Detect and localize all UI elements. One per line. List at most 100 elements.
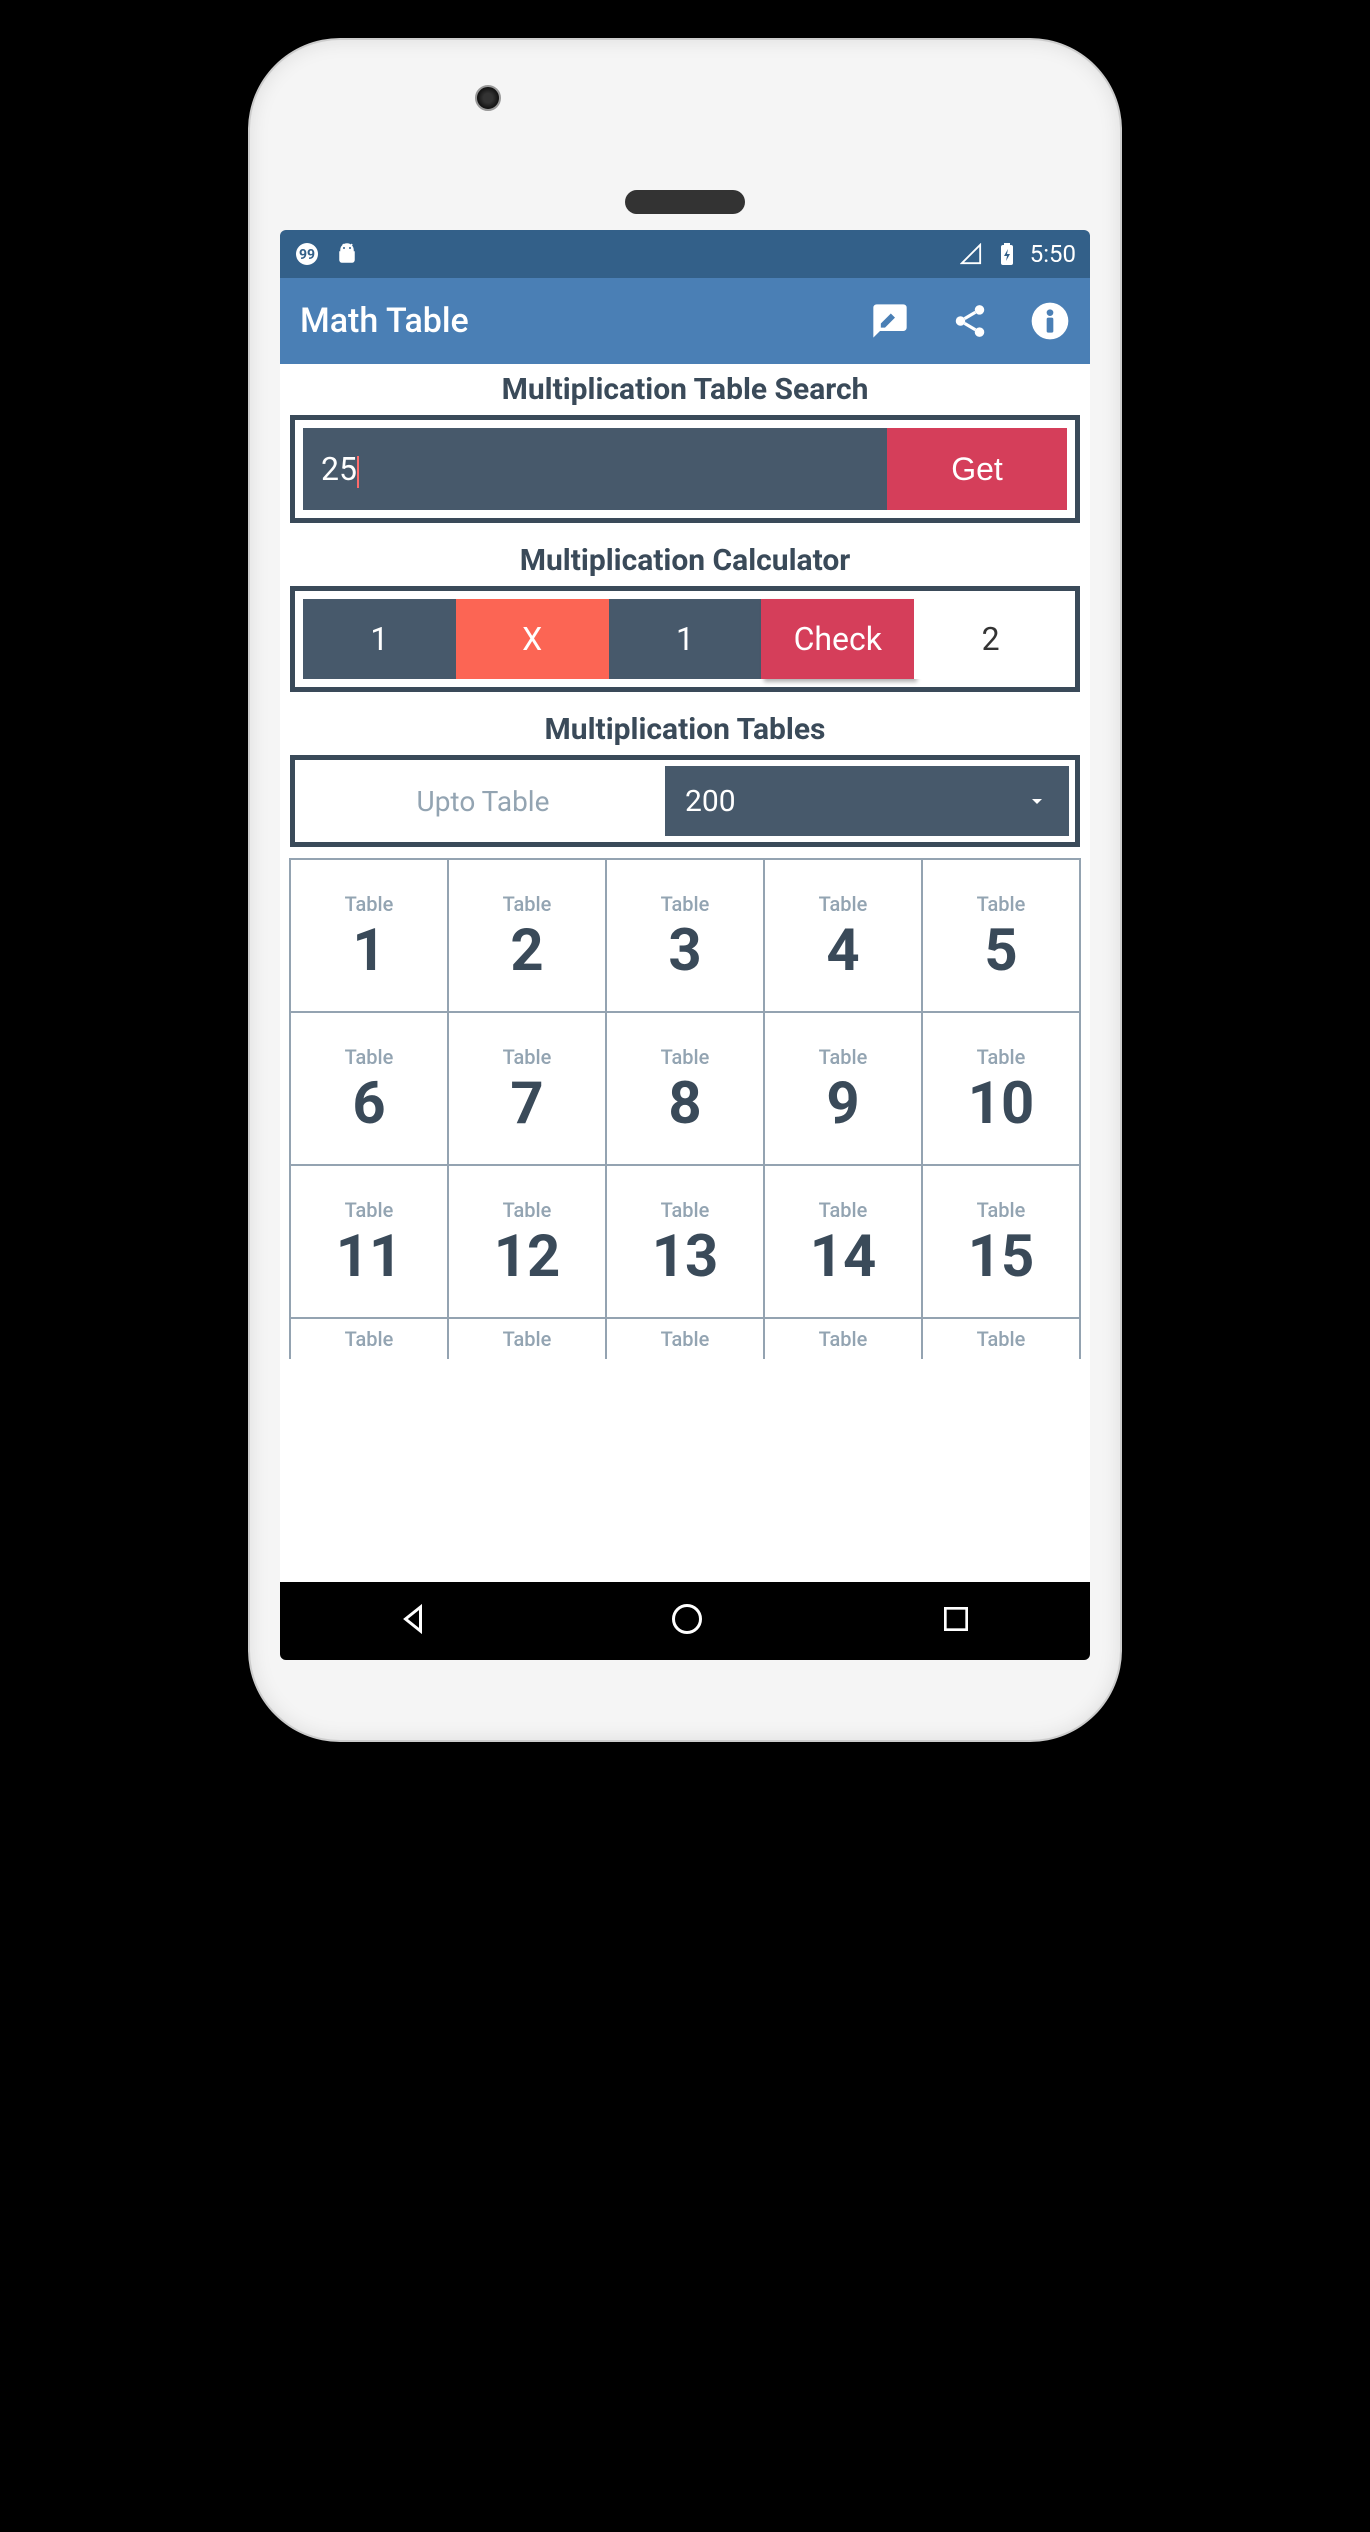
table-label: Table	[977, 1045, 1026, 1069]
table-card-13[interactable]: Table 13	[605, 1164, 765, 1319]
table-card-partial[interactable]: Table	[447, 1317, 607, 1359]
table-label: Table	[345, 1198, 394, 1222]
table-card-12[interactable]: Table 12	[447, 1164, 607, 1319]
table-label: Table	[661, 1045, 710, 1069]
status-bar: 99 5:50	[280, 230, 1090, 278]
phone-camera	[475, 85, 501, 111]
table-card-10[interactable]: Table 10	[921, 1011, 1081, 1166]
search-panel: 25 Get	[290, 415, 1080, 523]
edit-icon[interactable]	[870, 301, 910, 341]
table-card-15[interactable]: Table 15	[921, 1164, 1081, 1319]
table-num: 13	[652, 1228, 719, 1286]
table-label: Table	[661, 892, 710, 916]
calc-operand-b[interactable]: 1	[609, 599, 762, 679]
table-card-7[interactable]: Table 7	[447, 1011, 607, 1166]
watermark: 25	[872, 1370, 1010, 1510]
share-icon[interactable]	[950, 301, 990, 341]
search-section-title: Multiplication Table Search	[280, 364, 1090, 415]
chevron-down-icon	[1025, 789, 1049, 813]
table-label: Table	[661, 1198, 710, 1222]
table-label: Table	[345, 892, 394, 916]
calc-section-title: Multiplication Calculator	[280, 535, 1090, 586]
table-num: 2	[510, 922, 543, 980]
phone-frame: 99 5:50 Math Table	[250, 40, 1120, 1740]
home-icon[interactable]	[669, 1601, 705, 1641]
table-card-4[interactable]: Table 4	[763, 858, 923, 1013]
app-actions	[870, 301, 1070, 341]
search-value: 25	[321, 450, 357, 488]
table-num: 4	[826, 922, 859, 980]
info-icon[interactable]	[1030, 301, 1070, 341]
table-label: Table	[661, 1327, 710, 1351]
phone-speaker	[625, 190, 745, 214]
signal-icon	[958, 241, 984, 267]
tables-section-title: Multiplication Tables	[280, 704, 1090, 755]
table-card-11[interactable]: Table 11	[289, 1164, 449, 1319]
table-card-9[interactable]: Table 9	[763, 1011, 923, 1166]
status-right: 5:50	[958, 240, 1076, 268]
table-card-8[interactable]: Table 8	[605, 1011, 765, 1166]
table-label: Table	[819, 1327, 868, 1351]
table-label: Table	[503, 1045, 552, 1069]
table-label: Table	[977, 892, 1026, 916]
check-button[interactable]: Check	[761, 599, 914, 679]
table-num: 15	[968, 1228, 1035, 1286]
upto-value: 200	[685, 784, 736, 819]
upto-select[interactable]: 200	[665, 766, 1069, 836]
table-label: Table	[819, 1198, 868, 1222]
table-num: 6	[352, 1075, 385, 1133]
table-label: Table	[503, 1327, 552, 1351]
table-card-partial[interactable]: Table	[605, 1317, 765, 1359]
cursor	[357, 456, 359, 488]
app-title: Math Table	[300, 301, 469, 341]
table-label: Table	[819, 892, 868, 916]
calc-operand-a[interactable]: 1	[303, 599, 456, 679]
table-label: Table	[345, 1045, 394, 1069]
calc-row: 1 X 1 Check 2	[303, 599, 1067, 679]
tables-grid: Table 1 Table 2 Table 3 Table 4 Table 5 Table…	[290, 859, 1080, 1318]
status-left: 99	[294, 241, 360, 267]
upto-row: Upto Table 200	[301, 766, 1069, 836]
table-card-partial[interactable]: Table	[289, 1317, 449, 1359]
table-card-3[interactable]: Table 3	[605, 858, 765, 1013]
table-num: 8	[668, 1075, 701, 1133]
table-card-5[interactable]: Table 5	[921, 858, 1081, 1013]
table-card-partial[interactable]: Table	[921, 1317, 1081, 1359]
table-num: 9	[826, 1075, 859, 1133]
table-label: Table	[977, 1198, 1026, 1222]
table-card-14[interactable]: Table 14	[763, 1164, 923, 1319]
tables-grid-partial: Table Table Table Table Table	[290, 1318, 1080, 1358]
table-label: Table	[345, 1327, 394, 1351]
calc-result: 2	[914, 599, 1067, 679]
table-num: 14	[810, 1228, 877, 1286]
upto-panel: Upto Table 200	[290, 755, 1080, 847]
table-label: Table	[503, 1198, 552, 1222]
table-num: 10	[968, 1075, 1035, 1133]
svg-text:99: 99	[299, 247, 315, 263]
table-card-1[interactable]: Table 1	[289, 858, 449, 1013]
status-time: 5:50	[1030, 240, 1076, 268]
back-icon[interactable]	[398, 1601, 434, 1641]
table-num: 5	[984, 922, 1017, 980]
upto-label: Upto Table	[301, 766, 665, 836]
table-num: 11	[336, 1228, 403, 1286]
table-label: Table	[977, 1327, 1026, 1351]
content: Multiplication Table Search 25 Get Multi…	[280, 364, 1090, 1358]
table-card-2[interactable]: Table 2	[447, 858, 607, 1013]
app-bar: Math Table	[280, 278, 1090, 364]
recent-icon[interactable]	[940, 1603, 972, 1639]
table-num: 3	[668, 922, 701, 980]
table-label: Table	[819, 1045, 868, 1069]
calc-panel: 1 X 1 Check 2	[290, 586, 1080, 692]
table-card-partial[interactable]: Table	[763, 1317, 923, 1359]
quote-icon: 99	[294, 241, 320, 267]
table-num: 12	[494, 1228, 561, 1286]
android-nav-bar	[280, 1582, 1090, 1660]
table-card-6[interactable]: Table 6	[289, 1011, 449, 1166]
battery-icon	[994, 241, 1020, 267]
table-num: 1	[352, 922, 385, 980]
search-input[interactable]: 25	[303, 428, 887, 510]
get-button[interactable]: Get	[887, 428, 1067, 510]
table-num: 7	[510, 1075, 543, 1133]
table-label: Table	[503, 892, 552, 916]
